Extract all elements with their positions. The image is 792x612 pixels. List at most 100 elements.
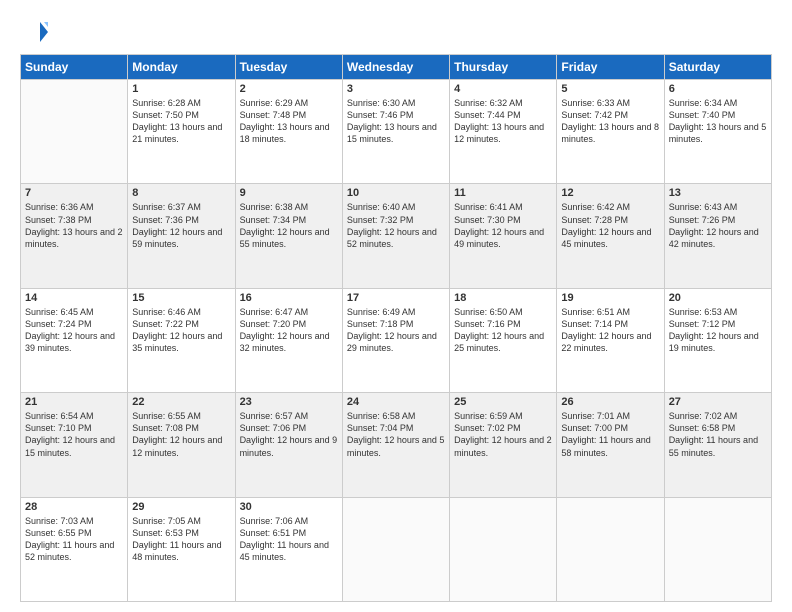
day-number: 24 <box>347 396 445 408</box>
cell-info: Sunrise: 6:30 AMSunset: 7:46 PMDaylight:… <box>347 97 445 146</box>
calendar-cell: 11 Sunrise: 6:41 AMSunset: 7:30 PMDayligh… <box>450 184 557 288</box>
cell-info: Sunrise: 7:05 AMSunset: 6:53 PMDaylight:… <box>132 515 230 564</box>
day-number: 4 <box>454 83 552 95</box>
calendar-cell: 2Sunrise: 6:29 AMSunset: 7:48 PMDaylight… <box>235 80 342 184</box>
day-number: 25 <box>454 396 552 408</box>
day-number: 23 <box>240 396 338 408</box>
calendar-cell: 30 Sunrise: 7:06 AMSunset: 6:51 PMDayligh… <box>235 497 342 601</box>
cell-info: Sunrise: 6:50 AMSunset: 7:16 PMDaylight:… <box>454 306 552 355</box>
weekday-header: Thursday <box>450 55 557 80</box>
calendar-cell: 28 Sunrise: 7:03 AMSunset: 6:55 PMDayligh… <box>21 497 128 601</box>
cell-info: Sunrise: 6:45 AMSunset: 7:24 PMDaylight:… <box>25 306 123 355</box>
cell-info: Sunrise: 7:03 AMSunset: 6:55 PMDaylight:… <box>25 515 123 564</box>
calendar-week-row: 21Sunrise: 6:54 AMSunset: 7:10 PMDayligh… <box>21 393 772 497</box>
cell-info: Sunrise: 6:58 AMSunset: 7:04 PMDaylight:… <box>347 410 445 459</box>
calendar-cell: 24 Sunrise: 6:58 AMSunset: 7:04 PMDayligh… <box>342 393 449 497</box>
cell-info: Sunrise: 6:43 AMSunset: 7:26 PMDaylight:… <box>669 201 767 250</box>
day-number: 6 <box>669 83 767 95</box>
cell-info: Sunrise: 7:02 AMSunset: 6:58 PMDaylight:… <box>669 410 767 459</box>
day-number: 20 <box>669 292 767 304</box>
day-number: 18 <box>454 292 552 304</box>
calendar-cell <box>450 497 557 601</box>
calendar-cell: 3 Sunrise: 6:30 AMSunset: 7:46 PMDaylight… <box>342 80 449 184</box>
cell-info: Sunrise: 6:28 AMSunset: 7:50 PMDaylight:… <box>132 97 230 146</box>
cell-info: Sunrise: 7:01 AMSunset: 7:00 PMDaylight:… <box>561 410 659 459</box>
day-number: 7 <box>25 187 123 199</box>
day-number: 29 <box>132 501 230 513</box>
calendar-cell: 25 Sunrise: 6:59 AMSunset: 7:02 PMDayligh… <box>450 393 557 497</box>
cell-info: Sunrise: 6:40 AMSunset: 7:32 PMDaylight:… <box>347 201 445 250</box>
calendar-cell: 13 Sunrise: 6:43 AMSunset: 7:26 PMDayligh… <box>664 184 771 288</box>
day-number: 27 <box>669 396 767 408</box>
day-number: 5 <box>561 83 659 95</box>
weekday-header: Wednesday <box>342 55 449 80</box>
cell-info: Sunrise: 6:36 AMSunset: 7:38 PMDaylight:… <box>25 201 123 250</box>
day-number: 11 <box>454 187 552 199</box>
calendar-table: SundayMondayTuesdayWednesdayThursdayFrid… <box>20 54 772 602</box>
day-number: 28 <box>25 501 123 513</box>
calendar-cell: 19 Sunrise: 6:51 AMSunset: 7:14 PMDayligh… <box>557 288 664 392</box>
calendar-cell <box>21 80 128 184</box>
logo <box>20 18 52 46</box>
cell-info: Sunrise: 7:06 AMSunset: 6:51 PMDaylight:… <box>240 515 338 564</box>
calendar-cell: 20 Sunrise: 6:53 AMSunset: 7:12 PMDayligh… <box>664 288 771 392</box>
day-number: 9 <box>240 187 338 199</box>
cell-info: Sunrise: 6:33 AMSunset: 7:42 PMDaylight:… <box>561 97 659 146</box>
page: SundayMondayTuesdayWednesdayThursdayFrid… <box>0 0 792 612</box>
day-number: 10 <box>347 187 445 199</box>
day-number: 19 <box>561 292 659 304</box>
calendar-cell: 4 Sunrise: 6:32 AMSunset: 7:44 PMDaylight… <box>450 80 557 184</box>
calendar-week-row: 14 Sunrise: 6:45 AMSunset: 7:24 PMDayligh… <box>21 288 772 392</box>
cell-info: Sunrise: 6:57 AMSunset: 7:06 PMDaylight:… <box>240 410 338 459</box>
calendar-header-row: SundayMondayTuesdayWednesdayThursdayFrid… <box>21 55 772 80</box>
calendar-cell <box>557 497 664 601</box>
day-number: 13 <box>669 187 767 199</box>
cell-info: Sunrise: 6:32 AMSunset: 7:44 PMDaylight:… <box>454 97 552 146</box>
day-number: 30 <box>240 501 338 513</box>
calendar-cell: 18 Sunrise: 6:50 AMSunset: 7:16 PMDayligh… <box>450 288 557 392</box>
weekday-header: Saturday <box>664 55 771 80</box>
cell-info: Sunrise: 6:53 AMSunset: 7:12 PMDaylight:… <box>669 306 767 355</box>
calendar-cell: 5 Sunrise: 6:33 AMSunset: 7:42 PMDaylight… <box>557 80 664 184</box>
day-number: 12 <box>561 187 659 199</box>
calendar-week-row: 7 Sunrise: 6:36 AMSunset: 7:38 PMDaylight… <box>21 184 772 288</box>
calendar-week-row: 28 Sunrise: 7:03 AMSunset: 6:55 PMDayligh… <box>21 497 772 601</box>
weekday-header: Monday <box>128 55 235 80</box>
day-number: 16 <box>240 292 338 304</box>
day-number: 22 <box>132 396 230 408</box>
weekday-header: Friday <box>557 55 664 80</box>
calendar-cell: 10 Sunrise: 6:40 AMSunset: 7:32 PMDayligh… <box>342 184 449 288</box>
calendar-cell: 26 Sunrise: 7:01 AMSunset: 7:00 PMDayligh… <box>557 393 664 497</box>
day-number: 2 <box>240 83 338 95</box>
calendar-cell: 9 Sunrise: 6:38 AMSunset: 7:34 PMDaylight… <box>235 184 342 288</box>
cell-info: Sunrise: 6:49 AMSunset: 7:18 PMDaylight:… <box>347 306 445 355</box>
cell-info: Sunrise: 6:55 AMSunset: 7:08 PMDaylight:… <box>132 410 230 459</box>
day-number: 15 <box>132 292 230 304</box>
cell-info: Sunrise: 6:47 AMSunset: 7:20 PMDaylight:… <box>240 306 338 355</box>
day-number: 1 <box>132 83 230 95</box>
calendar-cell: 22 Sunrise: 6:55 AMSunset: 7:08 PMDayligh… <box>128 393 235 497</box>
calendar-cell: 15Sunrise: 6:46 AMSunset: 7:22 PMDayligh… <box>128 288 235 392</box>
cell-info: Sunrise: 6:54 AMSunset: 7:10 PMDaylight:… <box>25 410 123 459</box>
cell-info: Sunrise: 6:37 AMSunset: 7:36 PMDaylight:… <box>132 201 230 250</box>
day-number: 3 <box>347 83 445 95</box>
cell-info: Sunrise: 6:51 AMSunset: 7:14 PMDaylight:… <box>561 306 659 355</box>
calendar-cell: 21Sunrise: 6:54 AMSunset: 7:10 PMDayligh… <box>21 393 128 497</box>
calendar-cell: 17Sunrise: 6:49 AMSunset: 7:18 PMDayligh… <box>342 288 449 392</box>
calendar-cell <box>664 497 771 601</box>
cell-info: Sunrise: 6:38 AMSunset: 7:34 PMDaylight:… <box>240 201 338 250</box>
cell-info: Sunrise: 6:34 AMSunset: 7:40 PMDaylight:… <box>669 97 767 146</box>
calendar-cell: 6 Sunrise: 6:34 AMSunset: 7:40 PMDaylight… <box>664 80 771 184</box>
calendar-cell: 12Sunrise: 6:42 AMSunset: 7:28 PMDayligh… <box>557 184 664 288</box>
calendar-cell: 27 Sunrise: 7:02 AMSunset: 6:58 PMDayligh… <box>664 393 771 497</box>
calendar-cell: 8Sunrise: 6:37 AMSunset: 7:36 PMDaylight… <box>128 184 235 288</box>
day-number: 26 <box>561 396 659 408</box>
calendar-cell: 14 Sunrise: 6:45 AMSunset: 7:24 PMDayligh… <box>21 288 128 392</box>
cell-info: Sunrise: 6:59 AMSunset: 7:02 PMDaylight:… <box>454 410 552 459</box>
day-number: 14 <box>25 292 123 304</box>
logo-icon <box>20 18 48 46</box>
cell-info: Sunrise: 6:41 AMSunset: 7:30 PMDaylight:… <box>454 201 552 250</box>
weekday-header: Tuesday <box>235 55 342 80</box>
weekday-header: Sunday <box>21 55 128 80</box>
calendar-cell: 23 Sunrise: 6:57 AMSunset: 7:06 PMDayligh… <box>235 393 342 497</box>
